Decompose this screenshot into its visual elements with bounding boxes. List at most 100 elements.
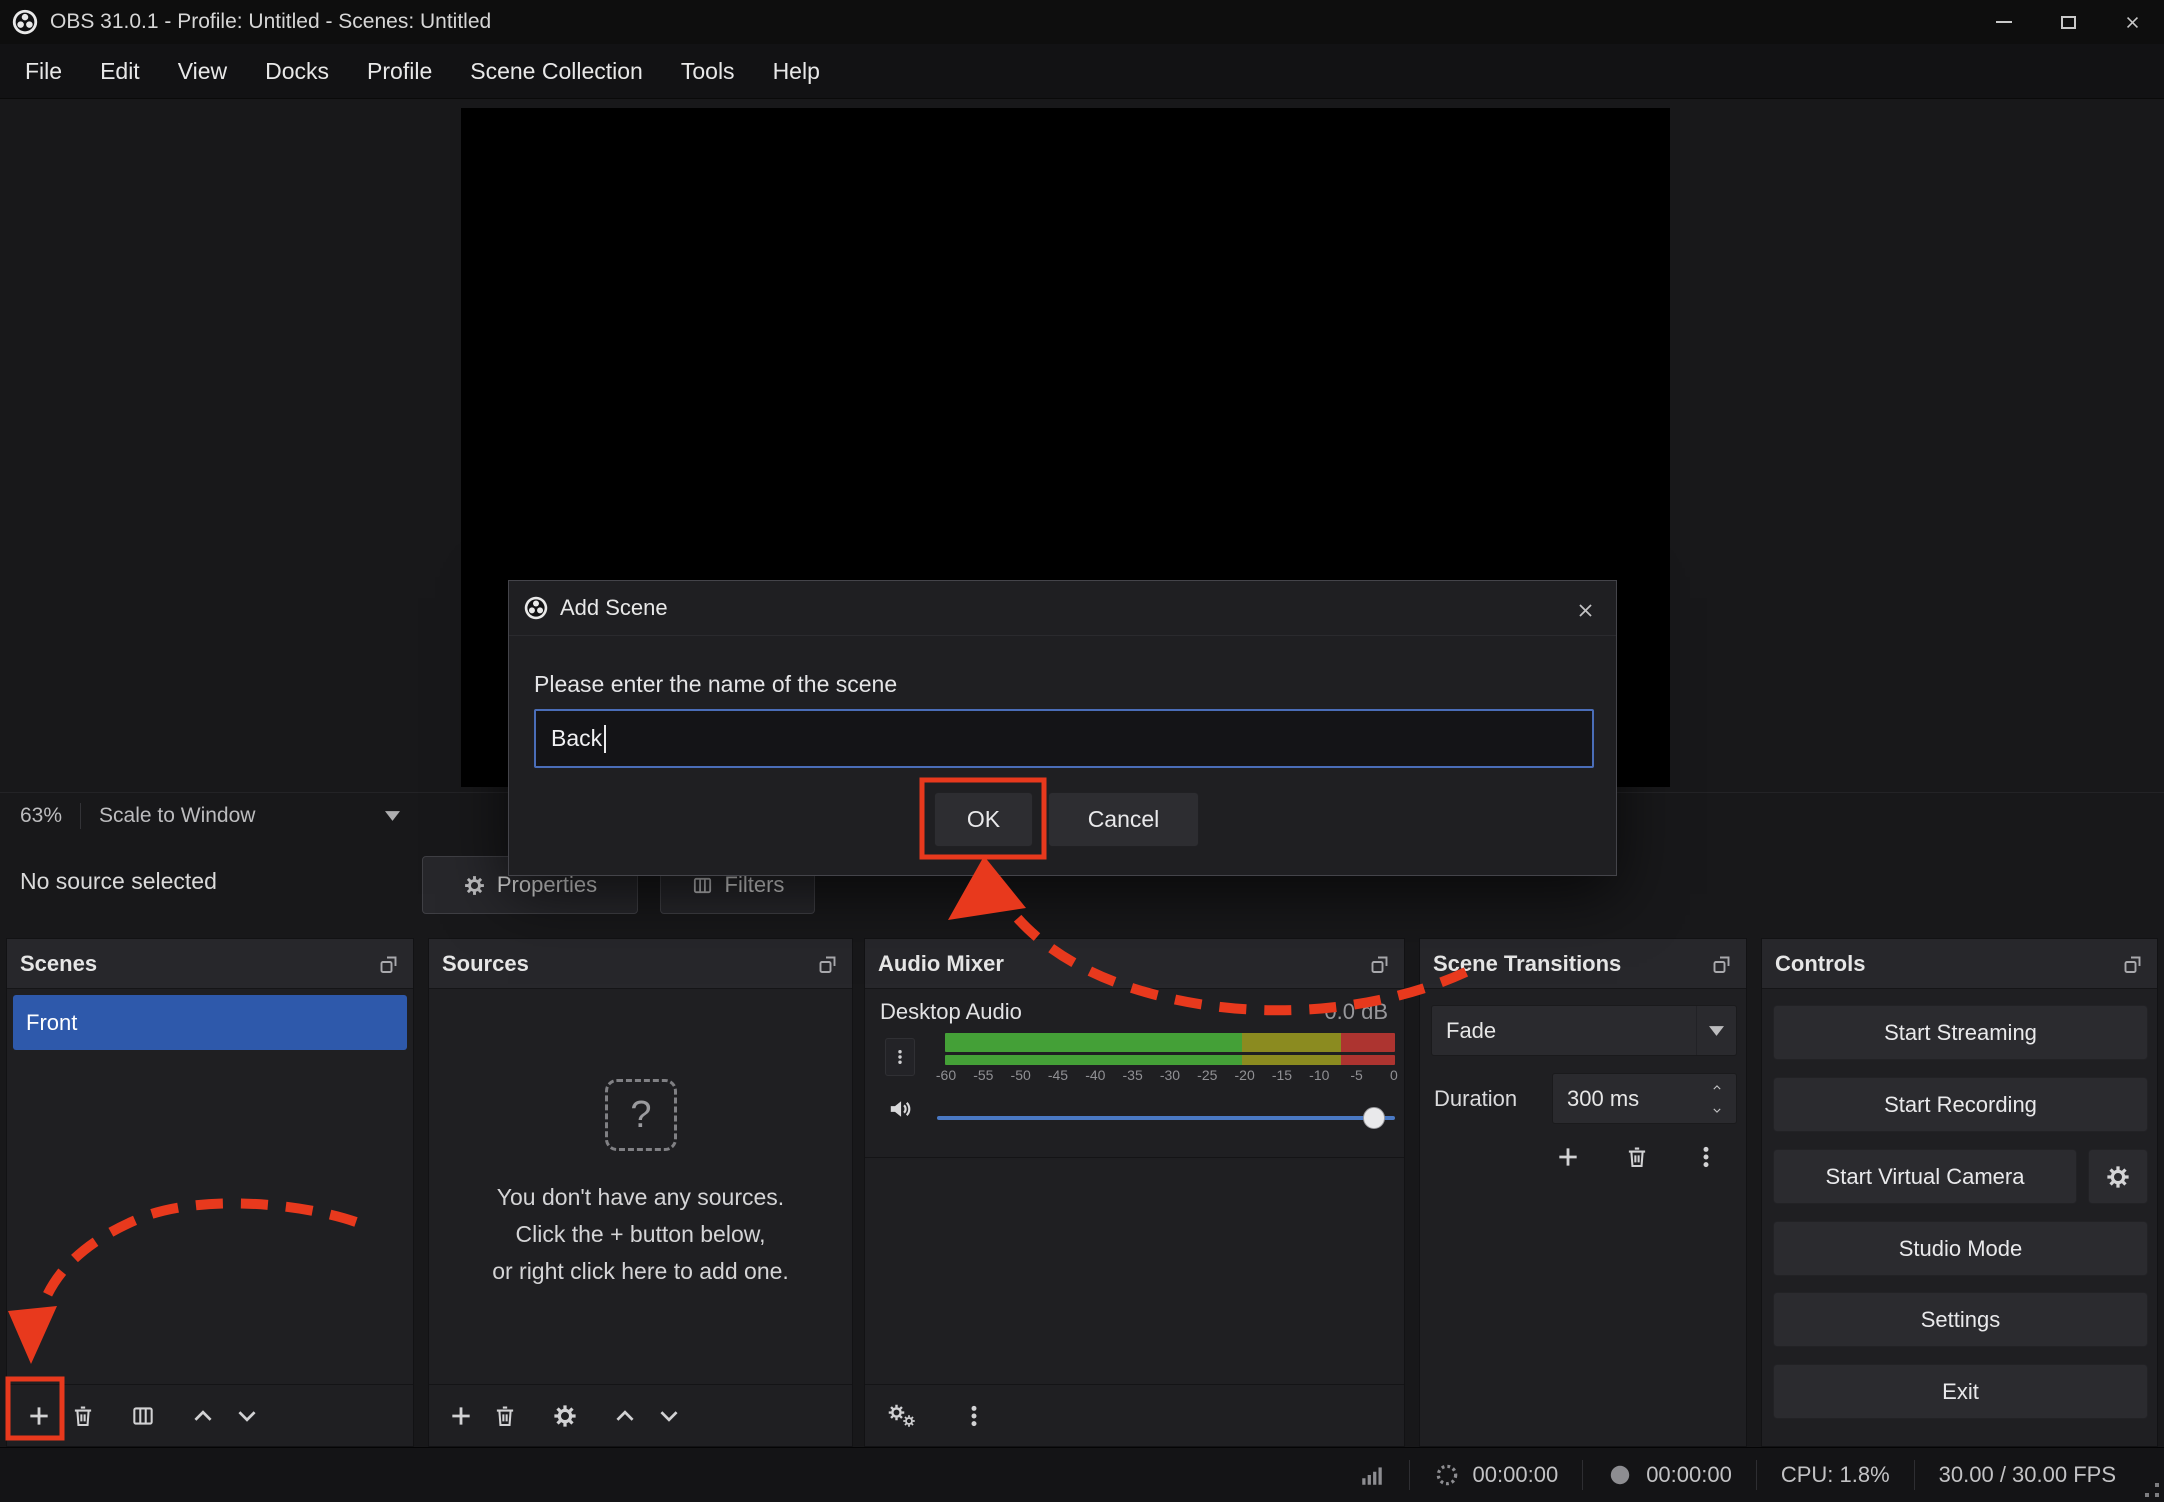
resize-grip[interactable] bbox=[2144, 1482, 2160, 1498]
menu-docks[interactable]: Docks bbox=[246, 44, 348, 99]
add-source-button[interactable] bbox=[439, 1394, 483, 1438]
slider-handle[interactable] bbox=[1363, 1107, 1385, 1129]
kebab-icon bbox=[891, 1048, 909, 1066]
kebab-icon bbox=[961, 1403, 987, 1429]
stream-timecode: 00:00:00 bbox=[1473, 1462, 1559, 1488]
start-streaming-button[interactable]: Start Streaming bbox=[1773, 1005, 2148, 1060]
divider bbox=[1409, 1460, 1410, 1490]
remove-scene-button[interactable] bbox=[61, 1394, 105, 1438]
popout-icon[interactable] bbox=[1711, 953, 1733, 975]
advanced-audio-button[interactable] bbox=[880, 1394, 924, 1438]
move-scene-up-button[interactable] bbox=[181, 1394, 225, 1438]
window-title: OBS 31.0.1 - Profile: Untitled - Scenes:… bbox=[50, 10, 491, 34]
move-scene-down-button[interactable] bbox=[225, 1394, 269, 1438]
mute-toggle-icon[interactable] bbox=[887, 1096, 913, 1122]
scene-filters-button[interactable] bbox=[121, 1394, 165, 1438]
obs-logo-icon bbox=[524, 596, 548, 620]
scale-mode-select[interactable]: Scale to Window bbox=[99, 804, 255, 828]
duration-spinbox[interactable]: 300 ms bbox=[1552, 1073, 1737, 1124]
chevron-up-icon bbox=[1709, 1082, 1725, 1093]
minimize-icon bbox=[1996, 21, 2012, 23]
transition-menu-button[interactable] bbox=[1684, 1135, 1728, 1179]
meter-scale: -60 -55 -50 -45 -40 -35 -30 -25 -20 -15 … bbox=[931, 1067, 1409, 1083]
dialog-titlebar: Add Scene bbox=[509, 581, 1616, 636]
cancel-button[interactable]: Cancel bbox=[1048, 792, 1199, 847]
dialog-close-button[interactable] bbox=[1570, 595, 1600, 625]
combo-dropdown[interactable] bbox=[1696, 1006, 1736, 1055]
transition-select[interactable]: Fade bbox=[1431, 1005, 1737, 1056]
empty-line: Click the + button below, bbox=[429, 1216, 852, 1253]
duration-increment-button[interactable] bbox=[1702, 1076, 1732, 1098]
add-scene-button[interactable] bbox=[17, 1394, 61, 1438]
source-properties-button[interactable] bbox=[543, 1394, 587, 1438]
menu-profile[interactable]: Profile bbox=[348, 44, 451, 99]
scenes-panel-header: Scenes bbox=[7, 939, 413, 989]
text-cursor bbox=[604, 725, 606, 753]
chevron-down-icon bbox=[656, 1403, 682, 1429]
popout-icon[interactable] bbox=[817, 953, 839, 975]
meter-bar-left bbox=[945, 1033, 1395, 1052]
scale-mode-dropdown[interactable] bbox=[385, 811, 400, 821]
menu-file[interactable]: File bbox=[6, 44, 81, 99]
chevron-up-icon bbox=[612, 1403, 638, 1429]
divider bbox=[1756, 1460, 1757, 1490]
kebab-icon bbox=[1693, 1144, 1719, 1170]
mixer-panel-header: Audio Mixer bbox=[865, 939, 1404, 989]
transitions-toolbar bbox=[1546, 1135, 1728, 1179]
minimize-button[interactable] bbox=[1972, 0, 2036, 44]
record-timecode: 00:00:00 bbox=[1646, 1462, 1732, 1488]
add-transition-button[interactable] bbox=[1546, 1135, 1590, 1179]
virtual-camera-settings-button[interactable] bbox=[2088, 1149, 2148, 1204]
sources-toolbar bbox=[429, 1384, 852, 1446]
empty-line: or right click here to add one. bbox=[429, 1253, 852, 1290]
menu-view[interactable]: View bbox=[159, 44, 246, 99]
scene-item-front[interactable]: Front bbox=[13, 995, 407, 1050]
empty-line: You don't have any sources. bbox=[429, 1179, 852, 1216]
popout-icon[interactable] bbox=[1369, 953, 1391, 975]
menu-help[interactable]: Help bbox=[754, 44, 839, 99]
mixer-toolbar bbox=[865, 1384, 1404, 1446]
popout-icon[interactable] bbox=[2122, 953, 2144, 975]
maximize-icon bbox=[2061, 16, 2076, 29]
start-recording-button[interactable]: Start Recording bbox=[1773, 1077, 2148, 1132]
filter-icon bbox=[691, 874, 714, 897]
scene-item-label: Front bbox=[26, 1010, 77, 1036]
settings-button[interactable]: Settings bbox=[1773, 1292, 2148, 1347]
maximize-button[interactable] bbox=[2036, 0, 2100, 44]
gear-icon bbox=[2105, 1164, 2131, 1190]
network-icon bbox=[1359, 1462, 1385, 1488]
close-icon bbox=[2124, 14, 2141, 31]
move-source-up-button[interactable] bbox=[603, 1394, 647, 1438]
divider bbox=[1582, 1460, 1583, 1490]
exit-button[interactable]: Exit bbox=[1773, 1364, 2148, 1419]
scene-name-value: Back bbox=[551, 725, 602, 752]
no-source-label: No source selected bbox=[20, 868, 217, 895]
obs-window: OBS 31.0.1 - Profile: Untitled - Scenes:… bbox=[0, 0, 2164, 1502]
volume-slider[interactable] bbox=[937, 1098, 1395, 1138]
scene-name-input[interactable]: Back bbox=[534, 709, 1594, 768]
move-source-down-button[interactable] bbox=[647, 1394, 691, 1438]
menu-tools[interactable]: Tools bbox=[662, 44, 754, 99]
channel-name: Desktop Audio bbox=[880, 999, 1022, 1025]
gear-icon bbox=[552, 1403, 578, 1429]
menu-scene-collection[interactable]: Scene Collection bbox=[451, 44, 662, 99]
start-virtual-camera-button[interactable]: Start Virtual Camera bbox=[1773, 1149, 2077, 1204]
studio-mode-button[interactable]: Studio Mode bbox=[1773, 1221, 2148, 1276]
trash-icon bbox=[492, 1403, 518, 1429]
close-button[interactable] bbox=[2100, 0, 2164, 44]
slider-track[interactable] bbox=[937, 1116, 1395, 1120]
popout-icon[interactable] bbox=[378, 953, 400, 975]
zoom-level: 63% bbox=[20, 804, 62, 828]
add-scene-dialog: Add Scene Please enter the name of the s… bbox=[508, 580, 1617, 876]
duration-decrement-button[interactable] bbox=[1702, 1099, 1732, 1121]
ok-button[interactable]: OK bbox=[934, 792, 1033, 847]
remove-transition-button[interactable] bbox=[1615, 1135, 1659, 1179]
filter-icon bbox=[130, 1403, 156, 1429]
statusbar: 00:00:00 00:00:00 CPU: 1.8% 30.00 / 30.0… bbox=[0, 1447, 2164, 1502]
channel-menu-button[interactable] bbox=[885, 1038, 915, 1076]
remove-source-button[interactable] bbox=[483, 1394, 527, 1438]
mixer-menu-button[interactable] bbox=[952, 1394, 996, 1438]
menu-edit[interactable]: Edit bbox=[81, 44, 159, 99]
record-status-icon bbox=[1607, 1462, 1633, 1488]
sources-panel-header: Sources bbox=[429, 939, 852, 989]
